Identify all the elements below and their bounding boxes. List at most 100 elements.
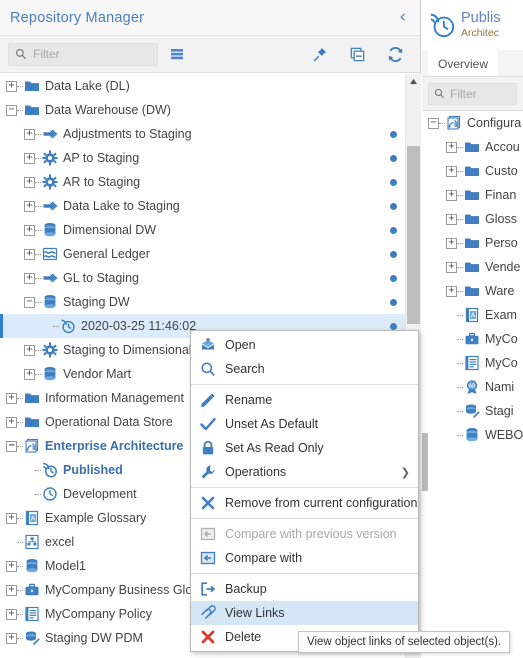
tree-row-label: Accou	[485, 140, 520, 154]
tree-row-label: Staging DW PDM	[45, 631, 143, 645]
refresh-icon[interactable]	[384, 43, 406, 65]
tree-twisty-expand[interactable]: +	[446, 213, 457, 225]
tree-twisty-expand[interactable]: +	[6, 512, 17, 524]
tree-twisty-expand[interactable]: +	[6, 584, 17, 596]
tree-row[interactable]: A Exam	[422, 303, 523, 327]
scrollbar-thumb[interactable]	[407, 146, 420, 324]
tree-row[interactable]: + Vende	[422, 255, 523, 279]
left-toolbar: Filter	[0, 36, 420, 73]
right-scrollbar-thumb[interactable]	[422, 433, 428, 491]
tree-row[interactable]: + Gloss	[422, 207, 523, 231]
tab-overview[interactable]: Overview	[428, 50, 499, 76]
tree-row[interactable]: + Finan	[422, 183, 523, 207]
tree-twisty-expand[interactable]: +	[6, 392, 17, 404]
tree-row[interactable]: − Staging DW	[0, 290, 405, 314]
tree-row[interactable]: MyCo	[422, 327, 523, 351]
tree-twisty-collapse[interactable]: −	[428, 117, 439, 129]
collapse-all-icon[interactable]	[346, 43, 368, 65]
tree-row-label: Staging DW	[63, 295, 130, 309]
menu-item-search[interactable]: Search	[191, 357, 418, 381]
filter-input-wrapper[interactable]: Filter	[8, 42, 158, 66]
right-filter-input-wrapper[interactable]: Filter	[428, 82, 517, 105]
tree-row[interactable]: + Data Lake to Staging	[0, 194, 405, 218]
glossary-icon: A	[23, 510, 41, 526]
status-dot	[390, 203, 397, 210]
tree-twisty-expand[interactable]: +	[6, 80, 17, 92]
chevron-left-icon[interactable]: ‹	[395, 7, 410, 28]
tree-twisty-expand[interactable]: +	[24, 176, 35, 188]
tree-twisty-expand[interactable]: +	[446, 237, 457, 249]
tree-row[interactable]: + GL to Staging	[0, 266, 405, 290]
tree-row[interactable]: MyCo	[422, 351, 523, 375]
tree-twisty-expand[interactable]: +	[24, 368, 35, 380]
tree-twisty-collapse[interactable]: −	[6, 440, 17, 452]
tree-row-label: Data Warehouse (DW)	[45, 103, 171, 117]
tree-row-label: MyCo	[485, 356, 518, 370]
tree-twisty-expand[interactable]: +	[6, 560, 17, 572]
tree-twisty-expand[interactable]: +	[446, 261, 457, 273]
application-window: Repository Manager ‹ Filter + Data Lake …	[0, 0, 523, 658]
mapping-icon	[41, 198, 59, 214]
tree-twisty-expand[interactable]: +	[446, 285, 457, 297]
tree-row-label: MyCo	[485, 332, 518, 346]
tree-row[interactable]: + AR to Staging	[0, 170, 405, 194]
tree-row[interactable]: − Data Warehouse (DW)	[0, 98, 405, 122]
tree-row[interactable]: + Ware	[422, 279, 523, 303]
tree-row[interactable]: Stagi	[422, 399, 523, 423]
tree-row-label: WEBO	[485, 428, 523, 442]
tree-row-label: Exam	[485, 308, 517, 322]
database-icon	[41, 222, 59, 238]
tree-twisty-collapse[interactable]: −	[24, 296, 35, 308]
tree-twisty-expand[interactable]: +	[24, 128, 35, 140]
context-menu[interactable]: Open Search Rename Unset As Default Set As R…	[190, 330, 419, 652]
menu-item-view-links[interactable]: View Links	[191, 601, 418, 625]
pin-icon[interactable]	[308, 43, 330, 65]
menu-item-set-as-read-only[interactable]: Set As Read Only	[191, 436, 418, 460]
tree-row[interactable]: AB Nami	[422, 375, 523, 399]
tree-twisty-expand[interactable]: +	[6, 416, 17, 428]
right-panel-header: Publis Architec	[422, 0, 523, 50]
configuration-tree[interactable]: − Configura + Accou + Custo + Finan + Gloss + Perso…	[422, 111, 523, 658]
tree-twisty-expand[interactable]: +	[24, 200, 35, 212]
tree-row-label: AR to Staging	[63, 175, 141, 189]
search-icon	[434, 88, 444, 99]
tree-twisty-spacer	[24, 489, 35, 500]
tree-twisty-expand[interactable]: +	[24, 248, 35, 260]
menu-item-unset-as-default[interactable]: Unset As Default	[191, 412, 418, 436]
tree-row[interactable]: + General Ledger	[0, 242, 405, 266]
tree-row[interactable]: + Dimensional DW	[0, 218, 405, 242]
tree-twisty-expand[interactable]: +	[24, 152, 35, 164]
right-filter-placeholder: Filter	[450, 86, 477, 101]
tree-twisty-expand[interactable]: +	[24, 272, 35, 284]
tree-row[interactable]: WEBO	[422, 423, 523, 447]
menu-item-remove-from-current-configuration[interactable]: Remove from current configuration	[191, 491, 418, 515]
database-icon	[23, 558, 41, 574]
menu-item-operations[interactable]: Operations ❯	[191, 460, 418, 484]
tree-row[interactable]: + Perso	[422, 231, 523, 255]
tree-row[interactable]: + Adjustments to Staging	[0, 122, 405, 146]
tree-row[interactable]: + Accou	[422, 135, 523, 159]
menu-item-open[interactable]: Open	[191, 333, 418, 357]
tree-twisty-expand[interactable]: +	[446, 165, 457, 177]
menu-item-backup[interactable]: Backup	[191, 577, 418, 601]
menu-item-label: Set As Read Only	[225, 441, 324, 455]
tree-twisty-expand[interactable]: +	[6, 632, 17, 644]
tree-twisty-expand[interactable]: +	[24, 224, 35, 236]
menu-item-compare-with[interactable]: Compare with	[191, 546, 418, 570]
tree-row[interactable]: − Configura	[422, 111, 523, 135]
menu-item-rename[interactable]: Rename	[191, 388, 418, 412]
status-dot	[390, 155, 397, 162]
database-icon	[41, 294, 59, 310]
structure-icon	[23, 534, 41, 550]
list-view-icon[interactable]	[166, 43, 188, 65]
x-red-icon	[199, 629, 216, 645]
tree-twisty-expand[interactable]: +	[24, 344, 35, 356]
tree-row[interactable]: + AP to Staging	[0, 146, 405, 170]
tree-row[interactable]: + Data Lake (DL)	[0, 74, 405, 98]
tree-twisty-expand[interactable]: +	[446, 189, 457, 201]
scroll-up-button[interactable]	[406, 74, 421, 88]
tree-row[interactable]: + Custo	[422, 159, 523, 183]
tree-twisty-collapse[interactable]: −	[6, 104, 17, 116]
tree-twisty-expand[interactable]: +	[6, 608, 17, 620]
tree-twisty-expand[interactable]: +	[446, 141, 457, 153]
